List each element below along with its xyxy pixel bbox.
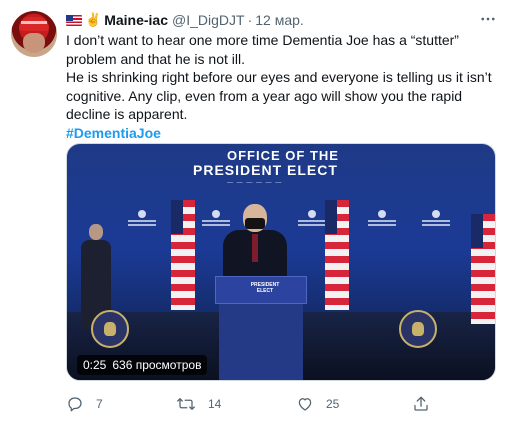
american-flag-left — [171, 200, 195, 310]
tweet-text: I don’t want to hear one more time Demen… — [66, 31, 496, 142]
avatar-cap — [19, 17, 49, 31]
retweet-button[interactable]: 14 — [176, 393, 221, 415]
american-flag-right — [471, 214, 495, 324]
tweet-text-paragraph-2: He is shrinking right before our eyes an… — [66, 69, 492, 122]
like-count: 25 — [326, 397, 340, 411]
american-flag-center — [325, 200, 349, 310]
video-player[interactable]: OFFICE OF THE PRESIDENT ELECT — — — — — … — [66, 143, 496, 381]
share-button[interactable] — [412, 393, 430, 415]
reply-button[interactable]: 7 — [66, 393, 103, 415]
tweet-header: ✌️ Maine-iac @I_DigDJT · 12 мар. — [66, 10, 304, 30]
share-icon — [412, 395, 430, 413]
podium-label: PRESIDENT ELECT — [250, 282, 280, 294]
banner-office-text: OFFICE OF THE — [227, 148, 339, 163]
video-time-badge: 0:25 636 просмотров — [77, 355, 208, 375]
more-icon[interactable] — [478, 10, 498, 28]
author-handle[interactable]: @I_DigDJT — [172, 12, 245, 28]
avatar[interactable] — [11, 11, 57, 57]
tweet[interactable]: ✌️ Maine-iac @I_DigDJT · 12 мар. I don’t… — [0, 0, 509, 422]
author-name[interactable]: Maine-iac — [104, 12, 168, 28]
reply-count: 7 — [96, 397, 103, 411]
backdrop-seal-icon — [295, 210, 329, 234]
peace-hand-icon: ✌️ — [85, 12, 102, 27]
backdrop-seal-icon — [365, 210, 399, 234]
presidential-seal-icon — [91, 310, 129, 348]
like-button[interactable]: 25 — [296, 393, 339, 415]
tweet-actions: 7 14 25 — [66, 393, 496, 415]
video-views: 636 просмотров — [112, 358, 202, 372]
separator-dot: · — [247, 12, 253, 28]
video-duration: 0:25 — [83, 358, 107, 372]
backdrop-seal-icon — [419, 210, 453, 234]
hashtag-link[interactable]: #DementiaJoe — [66, 125, 161, 141]
reply-icon — [66, 395, 84, 413]
retweet-count: 14 — [208, 397, 222, 411]
like-icon — [296, 395, 314, 413]
tweet-date[interactable]: 12 мар. — [255, 12, 304, 28]
us-flag-icon — [66, 14, 82, 26]
banner-president-elect-text: PRESIDENT ELECT — [193, 162, 338, 178]
presidential-seal-icon — [399, 310, 437, 348]
retweet-icon — [176, 395, 196, 413]
tweet-text-paragraph-1: I don’t want to hear one more time Demen… — [66, 32, 459, 67]
backdrop-seal-icon — [125, 210, 159, 234]
